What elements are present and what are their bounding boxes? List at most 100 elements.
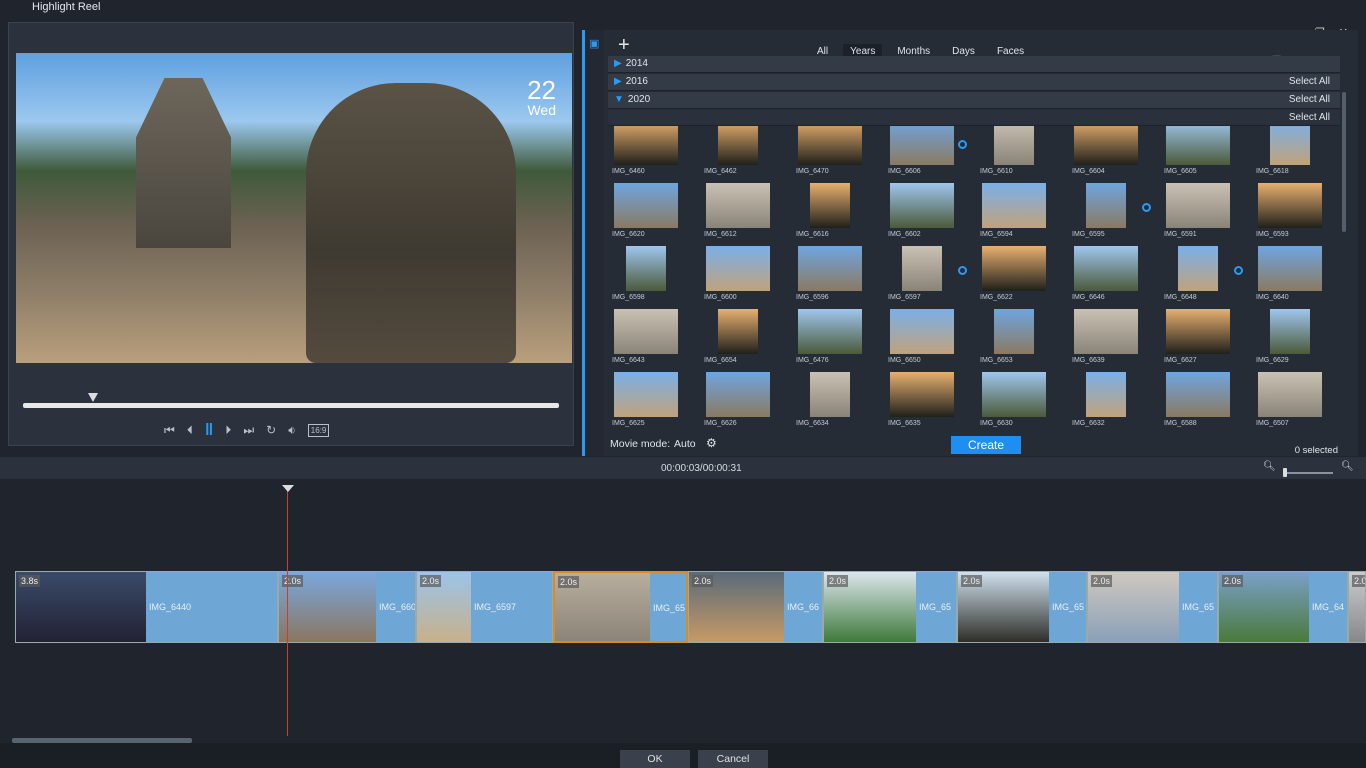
thumbnail-label: IMG_6598 (612, 294, 645, 301)
thumbnail-item[interactable]: IMG_6507 (1252, 370, 1340, 433)
thumbnail-item[interactable]: IMG_6626 (700, 370, 792, 433)
thumbnail-item[interactable]: IMG_6627 (1160, 307, 1252, 370)
thumbnail-item[interactable]: IMG_6591 (1160, 181, 1252, 244)
pause-icon[interactable]: ‖ (205, 420, 213, 440)
skip-to-start-icon[interactable]: ⏮ (164, 423, 175, 438)
thumbnail-label: IMG_6640 (1256, 294, 1289, 301)
skip-to-end-icon[interactable]: ⏭ (243, 423, 254, 438)
thumbnail-item[interactable]: IMG_6620 (608, 181, 700, 244)
thumbnail-item[interactable]: IMG_6625 (608, 370, 700, 433)
thumbnail-item[interactable]: IMG_6476 (792, 307, 884, 370)
thumbnail-label: IMG_6470 (796, 168, 829, 175)
thumbnail-item[interactable]: IMG_6596 (792, 244, 884, 307)
timeline-clip[interactable]: 2.0s IMG_65 (957, 571, 1087, 643)
thumbnail-item[interactable]: IMG_6602 (884, 181, 976, 244)
gear-icon[interactable]: ⚙ (706, 436, 717, 450)
selection-marker-icon[interactable] (1142, 203, 1151, 212)
thumbnail-item[interactable]: IMG_6598 (608, 244, 700, 307)
thumbnail-label: IMG_6591 (1164, 231, 1197, 238)
thumbnail-item[interactable]: IMG_6635 (884, 370, 976, 433)
thumbnail-item[interactable]: IMG_6622 (976, 244, 1068, 307)
timeline-zoom-slider[interactable] (1283, 468, 1333, 477)
next-frame-icon[interactable]: ⏵ (225, 423, 231, 438)
thumbnail-image (1086, 183, 1126, 228)
selection-marker-icon[interactable] (1234, 266, 1243, 275)
thumbnail-item[interactable]: IMG_6593 (1252, 181, 1340, 244)
thumbnail-item[interactable]: IMG_6597 (884, 244, 976, 307)
cancel-button[interactable]: Cancel (698, 750, 768, 768)
thumbnail-item[interactable]: IMG_6612 (700, 181, 792, 244)
timeline-clip[interactable]: 2.0s IMG_65 (553, 571, 688, 643)
media-icon[interactable]: ▣ (589, 37, 599, 50)
clip-duration: 2.0s (1352, 575, 1365, 587)
timeline-clip[interactable]: 2.0s (1348, 571, 1366, 643)
timeline-clip[interactable]: 2.0s IMG_65 (823, 571, 957, 643)
library-scrollbar[interactable] (1340, 80, 1348, 435)
seek-bar[interactable] (23, 403, 559, 408)
thumbnail-item[interactable]: IMG_6594 (976, 181, 1068, 244)
thumbnail-item[interactable]: IMG_6606 (884, 118, 976, 181)
thumbnail-image (718, 120, 758, 165)
thumbnail-item[interactable]: IMG_6650 (884, 307, 976, 370)
thumbnail-item[interactable]: IMG_6630 (976, 370, 1068, 433)
aspect-ratio-button[interactable]: 16:9 (307, 423, 330, 437)
thumbnail-item[interactable]: IMG_6605 (1160, 118, 1252, 181)
timeline-clip[interactable]: 2.0s IMG_64 (1218, 571, 1348, 643)
thumbnail-item[interactable]: IMG_6616 (792, 181, 884, 244)
thumbnail-item[interactable]: IMG_6646 (1068, 244, 1160, 307)
thumbnail-label: IMG_6610 (980, 168, 1013, 175)
previous-frame-icon[interactable]: ⏴ (187, 423, 193, 438)
thumbnail-item[interactable]: IMG_6462 (700, 118, 792, 181)
thumbnail-label: IMG_6600 (704, 294, 737, 301)
thumbnail-item[interactable]: IMG_6629 (1252, 307, 1340, 370)
select-all-button[interactable]: Select All (1289, 112, 1330, 123)
thumbnail-item[interactable]: IMG_6643 (608, 307, 700, 370)
thumbnail-item[interactable]: IMG_6470 (792, 118, 884, 181)
timeline-clip[interactable]: 2.0s IMG_65 (1087, 571, 1218, 643)
volume-icon[interactable]: 🔉︎ (288, 423, 296, 438)
zoom-in-icon[interactable]: 🔍︎ (1341, 461, 1354, 472)
timeline-clip[interactable]: 2.0s IMG_660 (278, 571, 416, 643)
thumbnail-image (1270, 309, 1310, 354)
loop-icon[interactable]: ↻ (266, 423, 276, 437)
playhead[interactable] (287, 490, 288, 736)
thumbnail-item[interactable]: IMG_6604 (1068, 118, 1160, 181)
selection-marker-icon[interactable] (958, 140, 967, 149)
thumbnail-image (718, 309, 758, 354)
chevron-down-icon[interactable]: ▼ (614, 94, 624, 105)
ok-button[interactable]: OK (620, 750, 690, 768)
timeline-clip[interactable]: 2.0s IMG_66 (688, 571, 823, 643)
thumbnail-item[interactable]: IMG_6634 (792, 370, 884, 433)
year-group-2020[interactable]: ▼ 2020 Select All (608, 92, 1340, 109)
year-group-2016[interactable]: ▶ 2016 Select All (608, 74, 1340, 91)
year-group-2014[interactable]: ▶ 2014 (608, 56, 1340, 73)
zoom-out-icon[interactable]: 🔍︎ (1263, 461, 1276, 472)
thumbnail-item[interactable]: IMG_6618 (1252, 118, 1340, 181)
thumbnail-item[interactable]: IMG_6654 (700, 307, 792, 370)
thumbnail-item[interactable]: IMG_6600 (700, 244, 792, 307)
timeline-clip[interactable]: 3.8s IMG_6440 (15, 571, 278, 643)
seek-handle[interactable] (87, 393, 98, 402)
create-button[interactable]: Create (951, 436, 1021, 454)
thumbnail-item[interactable]: IMG_6653 (976, 307, 1068, 370)
thumbnail-item[interactable]: IMG_6648 (1160, 244, 1252, 307)
thumbnail-image (1258, 246, 1322, 291)
add-media-icon[interactable]: + (618, 34, 630, 57)
select-all-button[interactable]: Select All (1289, 94, 1330, 105)
timeline-clip[interactable]: 2.0s IMG_6597 (416, 571, 553, 643)
thumbnail-item[interactable]: IMG_6460 (608, 118, 700, 181)
thumbnail-item[interactable]: IMG_6640 (1252, 244, 1340, 307)
thumbnail-item[interactable]: IMG_6610 (976, 118, 1068, 181)
thumbnail-label: IMG_6597 (888, 294, 921, 301)
select-all-button[interactable]: Select All (1289, 76, 1330, 87)
selection-marker-icon[interactable] (958, 266, 967, 275)
thumbnail-item[interactable]: IMG_6639 (1068, 307, 1160, 370)
thumbnail-item[interactable]: IMG_6632 (1068, 370, 1160, 433)
thumbnail-item[interactable]: IMG_6588 (1160, 370, 1252, 433)
thumbnail-item[interactable]: IMG_6595 (1068, 181, 1160, 244)
playhead-handle[interactable] (282, 485, 294, 492)
thumbnail-image (902, 246, 942, 291)
chevron-right-icon[interactable]: ▶ (614, 58, 622, 69)
movie-mode-value[interactable]: Auto (674, 438, 696, 450)
chevron-right-icon[interactable]: ▶ (614, 76, 622, 87)
